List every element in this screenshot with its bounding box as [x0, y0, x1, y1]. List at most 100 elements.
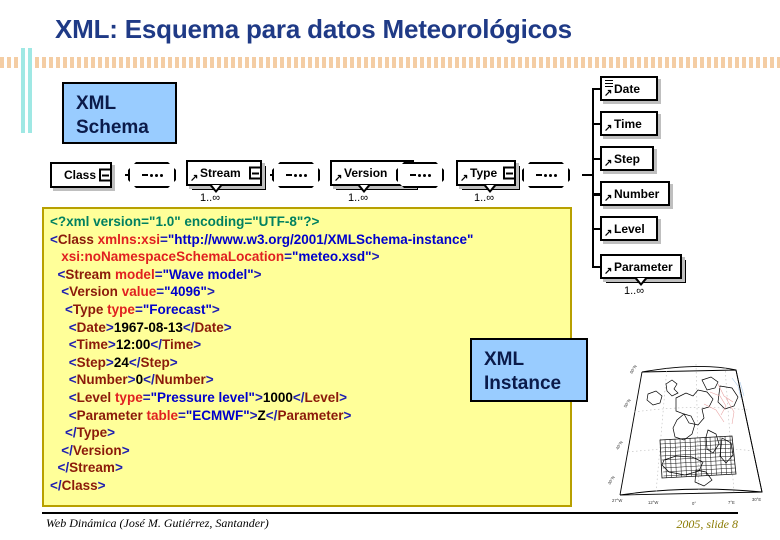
schema-node-number[interactable]: Number: [600, 181, 670, 206]
code-token-sp: [50, 355, 69, 370]
code-token-pun: >: [107, 425, 116, 441]
code-line: <Type type="Forecast">: [50, 301, 564, 319]
element-arrow-icon: [190, 174, 199, 183]
code-token-txt: Z: [257, 407, 266, 423]
code-token-tag: Level: [304, 389, 340, 405]
code-token-pun: </: [150, 337, 162, 353]
code-token-val: "meteo.xsd": [292, 249, 372, 265]
code-token-sp: [50, 249, 61, 264]
collapse-minus-icon[interactable]: [249, 166, 262, 180]
code-token-tag: Class: [61, 477, 98, 493]
code-token-txt: 0: [135, 372, 144, 388]
code-line: <Stream model="Wave model">: [50, 266, 564, 284]
code-token-sp: [50, 425, 65, 440]
code-token-tag: Version: [72, 442, 122, 458]
code-line: </Class>: [50, 477, 564, 495]
code-token-tag: Number: [154, 372, 206, 388]
code-token-pun: =: [134, 301, 143, 317]
schema-node-parameter[interactable]: Parameter: [600, 254, 686, 283]
code-token-pun: >: [371, 249, 380, 265]
code-token-tag: Parameter: [277, 407, 344, 423]
code-token-pun: <: [68, 354, 77, 370]
code-token-pun: >: [254, 389, 263, 405]
footer-attribution: Web Dinámica (José M. Gutiérrez, Santand…: [46, 516, 269, 530]
code-line: <?xml version="1.0" encoding="UTF-8"?>: [50, 213, 564, 231]
code-token-pun: >: [253, 266, 262, 282]
code-token-val: "Wave model": [162, 266, 254, 282]
schema-node-level[interactable]: Level: [600, 216, 658, 241]
code-line: <Parameter table="ECMWF">Z</Parameter>: [50, 407, 564, 425]
schema-node-class[interactable]: Class: [50, 162, 112, 188]
code-token-pun: </: [128, 354, 141, 370]
sequence-dots: [522, 162, 570, 188]
code-token-pun: <: [68, 407, 77, 423]
code-token-pun: </: [65, 425, 77, 441]
code-token-tag: Number: [76, 372, 128, 388]
lat-label-60n: 60°N: [629, 364, 638, 375]
code-token-pun: <: [50, 231, 58, 247]
code-token-pun: </: [50, 477, 62, 493]
footer-divider: [42, 512, 738, 514]
code-token-pun: >: [211, 301, 220, 317]
element-arrow-icon: [460, 174, 469, 183]
code-token-pun: >: [193, 337, 202, 353]
code-token-tag: Type: [76, 425, 108, 441]
code-token-attr: type: [107, 301, 135, 317]
code-token-txt: 1000: [262, 389, 293, 405]
code-token-tag: Type: [72, 301, 108, 317]
callout-xml-schema: XML Schema: [62, 82, 177, 144]
code-token-pun: >: [205, 372, 214, 388]
code-token-tag: Time: [76, 337, 108, 353]
code-token-pun: =: [159, 231, 168, 247]
schema-node-stream[interactable]: Stream: [186, 160, 266, 190]
sequence-dots: [272, 162, 320, 188]
collapse-minus-icon[interactable]: [99, 168, 112, 182]
collapse-minus-icon[interactable]: [503, 166, 516, 180]
code-token-sp: [50, 372, 69, 387]
code-token-tag: Version: [69, 284, 122, 300]
callout-instance-line1: XML: [484, 349, 525, 370]
code-token-pun: </: [292, 389, 305, 405]
code-token-pun: >: [105, 354, 114, 370]
code-token-attr: xsi:noNamespaceSchemaLocation: [61, 249, 285, 265]
element-arrow-icon: [604, 89, 613, 98]
schema-node-type[interactable]: Type: [456, 160, 520, 190]
code-token-sp: [50, 302, 65, 317]
europe-forecast-grid-map: 60°N 50°N 40°N 30°N 27°W 12°W 0° 7°E 30°…: [604, 352, 772, 507]
lon-label-0: 0°: [692, 501, 696, 506]
element-arrow-icon: [334, 174, 343, 183]
decorative-accent-bar-2: [28, 48, 32, 133]
code-token-pun: >: [107, 337, 116, 353]
schema-node-step[interactable]: Step: [600, 146, 654, 171]
code-token-sp: [50, 284, 61, 299]
code-token-attr: type: [114, 389, 143, 405]
lon-label-12w: 12°W: [648, 500, 658, 505]
code-token-tag: Parameter: [76, 407, 147, 423]
element-arrow-icon: [604, 124, 613, 133]
code-line: xsi:noNamespaceSchemaLocation="meteo.xsd…: [50, 248, 564, 266]
slide-canvas: XML: Esquema para datos Meteorológicos X…: [0, 0, 780, 540]
code-token-txt: 1967-08-13: [113, 319, 183, 335]
code-token-tag: Stream: [69, 460, 115, 476]
sequence-dots: [396, 162, 444, 188]
code-token-pun: =: [142, 389, 151, 405]
code-token-pun: >: [127, 372, 136, 388]
element-arrow-icon: [604, 194, 613, 203]
code-line: </Type>: [50, 424, 564, 442]
lon-label-27w: 27°W: [612, 498, 622, 503]
map-svg: 60°N 50°N 40°N 30°N 27°W 12°W 0° 7°E 30°…: [607, 364, 763, 506]
code-token-pun: >: [249, 407, 258, 423]
code-token-tag: Time: [161, 337, 194, 353]
code-token-pun: </: [143, 372, 155, 388]
code-token-pun: =: [156, 284, 165, 300]
schema-node-time[interactable]: Time: [600, 111, 658, 136]
multiplicity-parameter: 1..∞: [624, 285, 645, 297]
code-token-attr: table: [146, 407, 178, 423]
tree-spine: [592, 88, 594, 268]
code-token-pun: >: [114, 460, 123, 476]
code-line: <Class xmlns:xsi="http://www.w3.org/2001…: [50, 231, 564, 249]
callout-schema-line1: XML: [76, 93, 117, 114]
page-title: XML: Esquema para datos Meteorológicos: [55, 14, 572, 44]
schema-node-date[interactable]: Date: [600, 76, 658, 101]
code-token-sp: [50, 460, 58, 475]
